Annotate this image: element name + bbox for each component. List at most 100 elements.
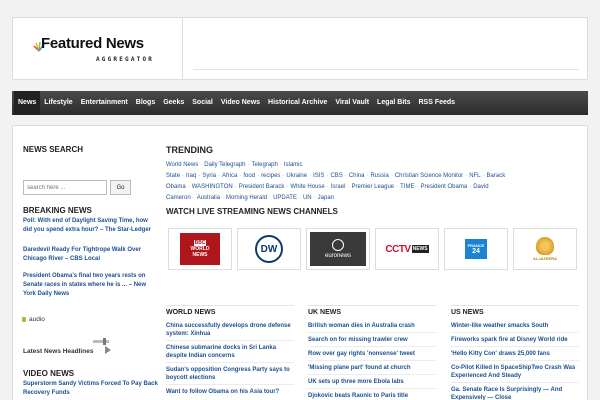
live-channels-heading: WATCH LIVE STREAMING NEWS CHANNELS — [166, 207, 338, 216]
header-divider — [193, 69, 579, 70]
trending-tag[interactable]: ISIS — [313, 173, 324, 179]
france24-logo: FRANCE 24 — [465, 239, 487, 259]
trending-tag[interactable]: TIME — [400, 184, 414, 190]
item-divider — [166, 384, 294, 385]
breaking-news-item[interactable]: Poll: With end of Daylight Saving Time, … — [23, 217, 158, 235]
trending-tag[interactable]: White House — [290, 184, 324, 190]
trending-tag[interactable]: Africa — [222, 173, 237, 179]
trending-tag[interactable]: WASHINGTON — [192, 184, 233, 190]
trending-tag[interactable]: Israel — [331, 184, 346, 190]
content-panel: NEWS SEARCH Go BREAKING NEWS Poll: With … — [12, 125, 588, 400]
video-news-item[interactable]: Superstorm Sandy Victims Forced To Pay B… — [23, 380, 158, 398]
nav-rss-feeds[interactable]: RSS Feeds — [415, 91, 460, 115]
trending-tag[interactable]: NFL — [469, 173, 480, 179]
search-go-button[interactable]: Go — [110, 180, 131, 195]
us-news-item[interactable]: Ga. Senate Race Is Surprisingly — And Ex… — [451, 386, 583, 400]
trending-tag[interactable]: Christian Science Monitor — [395, 173, 463, 179]
cctv-news-text: NEWS — [411, 245, 429, 253]
nav-news[interactable]: News — [14, 91, 41, 115]
trending-tag[interactable]: Australia — [197, 195, 220, 201]
cctv-logo: CCTV NEWS — [385, 243, 429, 255]
trending-tag[interactable]: Russia — [370, 173, 388, 179]
us-news-item[interactable]: Winter-like weather smacks South — [451, 322, 583, 330]
uk-news-item[interactable]: British woman dies in Australia crash — [308, 322, 438, 330]
nav-lifestyle[interactable]: Lifestyle — [40, 91, 76, 115]
news-search-heading: NEWS SEARCH — [23, 145, 84, 154]
trending-tag[interactable]: UPDATE — [273, 195, 297, 201]
world-news-heading: WORLD NEWS — [166, 309, 216, 316]
item-divider — [451, 332, 579, 333]
video-news-heading: VIDEO NEWS — [23, 369, 75, 378]
breaking-news-heading: BREAKING NEWS — [23, 206, 92, 215]
us-news-item[interactable]: 'Hello Kitty Con' draws 25,000 fans — [451, 350, 583, 358]
trending-tag[interactable]: Morning Herald — [226, 195, 267, 201]
item-divider — [308, 332, 436, 333]
channel-france-24[interactable]: FRANCE 24 — [444, 228, 508, 270]
logo-subtitle: AGGREGATOR — [96, 56, 155, 63]
trending-tag[interactable]: recipes — [261, 173, 280, 179]
us-news-heading: US NEWS — [451, 309, 484, 316]
item-divider — [451, 360, 579, 361]
play-icon[interactable] — [105, 346, 111, 354]
trending-tag[interactable]: Telegraph — [251, 162, 277, 168]
trending-tag[interactable]: UN — [303, 195, 312, 201]
us-news-item[interactable]: Fireworks spark fire at Disney World rid… — [451, 336, 583, 344]
trending-tag[interactable]: Premier League — [351, 184, 394, 190]
trending-tag[interactable]: President Barack — [239, 184, 285, 190]
site-logo[interactable]: Featured News AGGREGATOR — [13, 18, 183, 79]
nav-entertainment[interactable]: Entertainment — [77, 91, 132, 115]
trending-tag[interactable]: Japan — [318, 195, 334, 201]
breaking-news-item[interactable]: President Obama's final two years rests … — [23, 272, 158, 299]
audio-icon — [22, 317, 26, 322]
trending-tag[interactable]: China — [349, 173, 365, 179]
nav-legal-bits[interactable]: Legal Bits — [373, 91, 414, 115]
search-input[interactable] — [23, 180, 107, 195]
trending-tag[interactable]: food — [243, 173, 255, 179]
channel-aljazeera[interactable]: ALJAZEERA — [513, 228, 577, 270]
channel-dw[interactable]: DW — [237, 228, 301, 270]
site-header: Featured News AGGREGATOR — [12, 17, 588, 80]
us-news-item[interactable]: Co-Pilot Killed In SpaceShipTwo Crash Wa… — [451, 364, 583, 380]
nav-video-news[interactable]: Video News — [217, 91, 264, 115]
channel-cctv-news[interactable]: CCTV NEWS — [375, 228, 439, 270]
uk-news-item[interactable]: Row over gay rights 'nonsense' tweet — [308, 350, 438, 358]
trending-tag[interactable]: Syria — [202, 173, 216, 179]
item-divider — [308, 360, 436, 361]
channel-bbc-world-news[interactable]: BBC WORLD NEWS — [168, 228, 232, 270]
uk-news-item[interactable]: Djokovic beats Raonic to Paris title — [308, 392, 438, 400]
item-divider — [308, 388, 436, 389]
trending-tag[interactable]: Iraq — [186, 173, 196, 179]
world-news-item[interactable]: Want to follow Obama on his Asia tour? — [166, 388, 294, 396]
latest-headlines-label: Latest News Headlines — [23, 348, 94, 355]
trending-tag[interactable]: Ukraine — [286, 173, 307, 179]
world-news-item[interactable]: Sudan's opposition Congress Party says t… — [166, 366, 294, 382]
trending-heading: TRENDING — [166, 145, 213, 155]
trending-tag[interactable]: President Obama — [420, 184, 467, 190]
trending-tag-list: World News · Daily Telegraph · Telegraph · Isl… — [166, 160, 548, 204]
nav-blogs[interactable]: Blogs — [132, 91, 159, 115]
page: Featured News AGGREGATOR News Lifestyle … — [0, 0, 600, 400]
nav-social[interactable]: Social — [188, 91, 217, 115]
world-news-item[interactable]: Chinese submarine docks in Sri Lanka des… — [166, 344, 294, 360]
trending-tag[interactable]: Daily Telegraph — [204, 162, 245, 168]
channel-euronews[interactable]: euronews — [306, 228, 370, 270]
audio-slider-handle[interactable] — [103, 338, 106, 345]
item-divider — [308, 374, 436, 375]
audio-volume-slider[interactable] — [93, 340, 109, 343]
item-divider — [166, 362, 294, 363]
uk-news-item[interactable]: Search on for missing trawler crew — [308, 336, 438, 344]
item-divider — [308, 346, 436, 347]
breaking-news-item[interactable]: Daredevil Ready For Tightrope Walk Over … — [23, 246, 158, 264]
uk-news-item[interactable]: UK sets up three more Ebola labs — [308, 378, 438, 386]
dw-logo: DW — [255, 235, 283, 263]
nav-historical-archive[interactable]: Historical Archive — [264, 91, 331, 115]
trending-tag[interactable]: World News — [166, 162, 198, 168]
world-news-item[interactable]: China successfully develops drone defens… — [166, 322, 294, 338]
nav-viral-vault[interactable]: Viral Vault — [331, 91, 373, 115]
uk-news-item[interactable]: 'Missing plane part' found at church — [308, 364, 438, 372]
euronews-globe-icon — [332, 239, 344, 251]
item-divider — [451, 382, 579, 383]
trending-tag[interactable]: CBS — [330, 173, 342, 179]
cctv-logo-text: CCTV — [385, 243, 411, 255]
nav-geeks[interactable]: Geeks — [159, 91, 188, 115]
